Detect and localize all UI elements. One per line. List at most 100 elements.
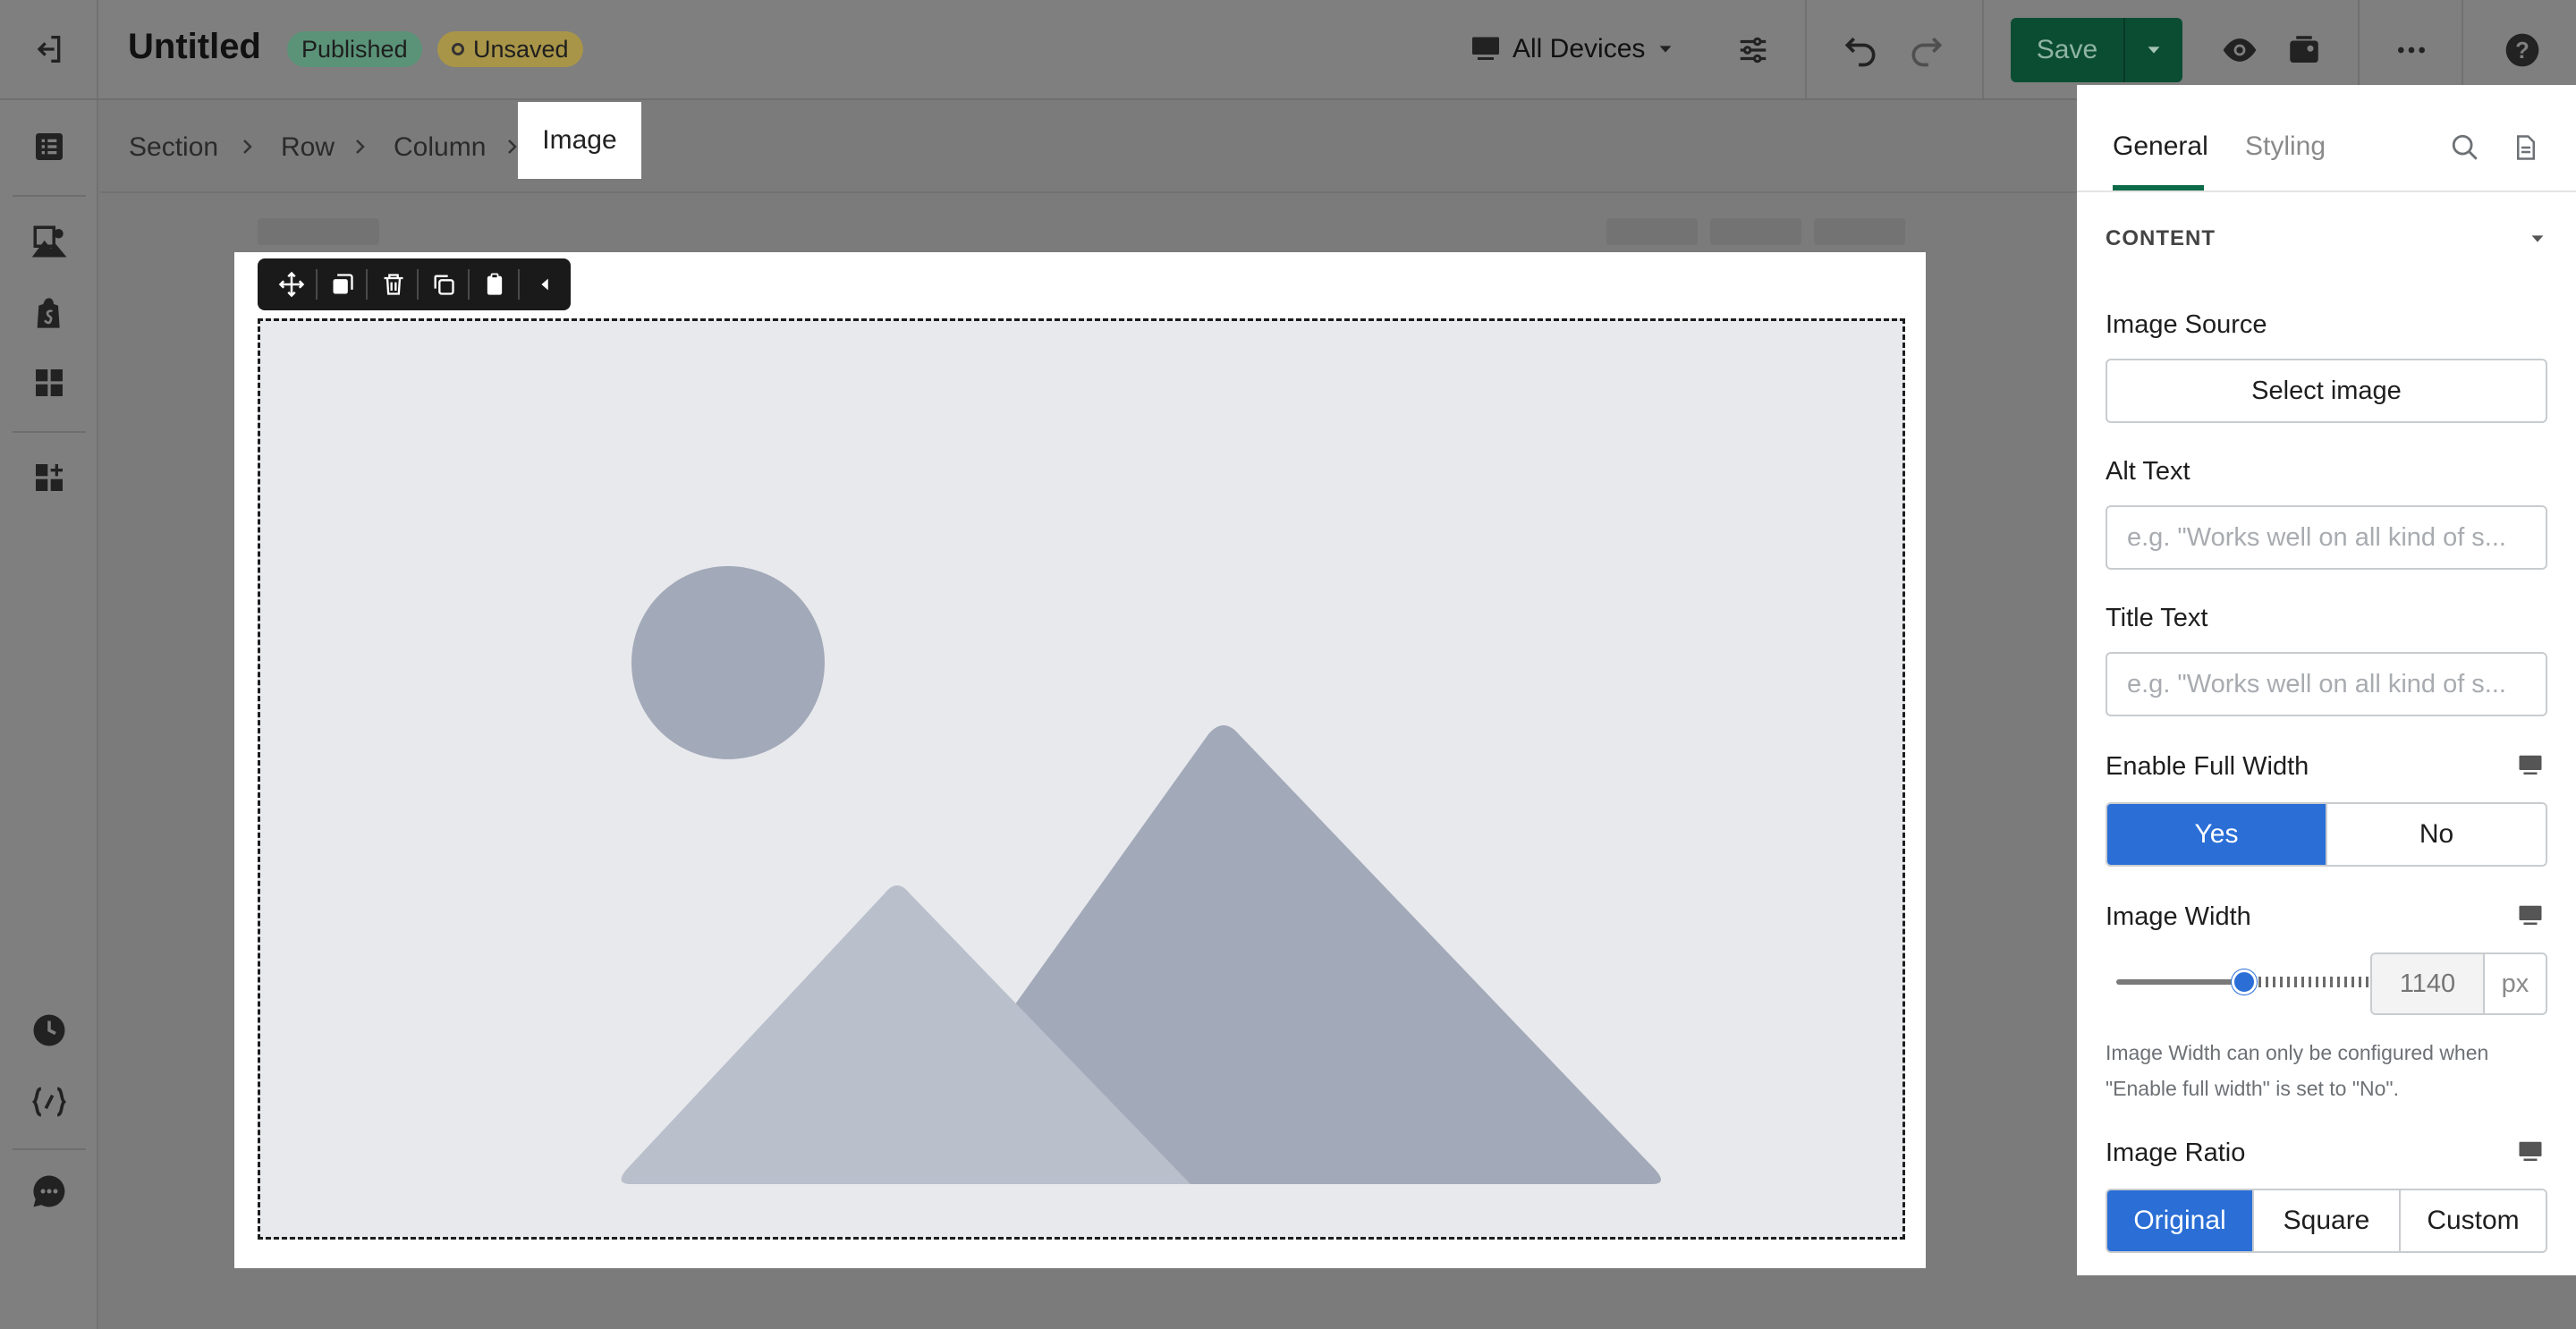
slider-thumb[interactable] [2232,969,2257,995]
breadcrumb-section[interactable]: Section [129,132,218,163]
move-button[interactable] [267,258,318,310]
redo-button[interactable] [1902,25,1952,75]
settings-panel: General Styling CONTENT Image Source Sel… [2077,85,2576,1275]
history-button[interactable] [24,1005,74,1055]
responsive-toggle[interactable] [2515,901,2546,931]
divider [2358,0,2360,98]
section-title: CONTENT [2106,226,2216,250]
ratio-original[interactable]: Original [2107,1190,2252,1251]
element-toolbar [258,258,571,310]
dashboard-button[interactable] [24,358,74,408]
save-options-button[interactable] [2123,18,2182,82]
title-text-label: Title Text [2106,604,2208,632]
skeleton-bar [1606,218,1698,245]
layers-button[interactable] [24,122,74,172]
full-width-label: Enable Full Width [2106,752,2309,781]
divider [13,1148,86,1150]
content-section-header[interactable]: CONTENT [2106,221,2547,257]
image-source-label: Image Source [2106,310,2267,339]
exit-button[interactable] [0,0,98,98]
duplicate-icon [333,274,353,294]
custom-code-button[interactable] [24,1077,74,1127]
add-section-icon [36,464,63,491]
more-button[interactable] [2386,25,2436,75]
preview-button[interactable] [2215,25,2265,75]
duplicate-button[interactable] [318,258,369,310]
move-icon [279,271,305,298]
slider-fill [2116,979,2244,985]
breadcrumb-image[interactable]: Image [518,102,641,179]
responsive-toggle[interactable] [2515,1137,2546,1167]
image-library-icon [31,225,67,258]
full-width-no[interactable]: No [2326,804,2546,865]
image-width-help-text: Image Width can only be configured when … [2106,1041,2489,1100]
add-section-button[interactable] [24,453,74,503]
panel-tabs: General Styling [2077,85,2576,192]
slider-track-rest [2244,977,2372,987]
copy-button[interactable] [419,258,470,310]
image-width-label: Image Width [2106,902,2251,931]
image-width-input[interactable] [2372,954,2483,1013]
chat-button[interactable] [24,1166,74,1216]
settings-sliders-button[interactable] [1728,25,1778,75]
device-selector-label: All Devices [1513,34,1646,63]
document-icon [2517,135,2535,160]
responsive-toggle[interactable] [2515,750,2546,781]
chevron-right-icon [243,140,252,154]
title-text-input[interactable] [2106,652,2547,716]
monitor-icon [2519,755,2542,775]
shopify-button[interactable] [24,288,74,338]
delete-button[interactable] [368,258,419,310]
skeleton-bar [258,218,379,245]
device-selector[interactable]: All Devices [1470,27,1675,72]
image-width-field: px [2370,952,2547,1015]
divider [13,431,86,433]
shopify-icon [37,298,60,328]
sliders-icon [1740,37,1767,63]
full-width-toggle: Yes No [2106,802,2547,867]
breadcrumb-column[interactable]: Column [394,132,486,163]
divider [13,195,86,197]
skeleton-bar [1710,218,1801,245]
collapse-left-icon [541,278,548,291]
published-badge: Published [287,31,422,67]
search-settings-button[interactable] [2447,130,2483,165]
alt-text-label: Alt Text [2106,457,2190,486]
unit-label: px [2483,954,2546,1013]
image-library-button[interactable] [24,216,74,267]
image-ratio-toggle: Original Square Custom [2106,1189,2547,1253]
search-icon [2452,134,2478,160]
document-button[interactable] [2508,130,2544,165]
select-image-button[interactable]: Select image [2106,359,2547,423]
breadcrumb-row[interactable]: Row [281,132,335,163]
redo-icon [1911,37,1943,67]
page-title: Untitled [128,27,261,66]
tab-general[interactable]: General [2113,131,2208,162]
save-button[interactable]: Save [2011,18,2123,82]
dashboard-icon [36,369,63,396]
monitor-icon [1472,37,1499,60]
media-icon [2290,36,2318,63]
tab-styling[interactable]: Styling [2245,131,2326,162]
left-sidebar [0,100,98,1329]
paste-button[interactable] [470,258,521,310]
help-button[interactable]: ? [2497,25,2547,75]
media-button[interactable] [2279,25,2329,75]
chat-icon [33,1175,65,1207]
image-width-slider[interactable] [2116,969,2372,995]
collapse-toolbar-button[interactable] [520,258,571,310]
alt-text-input[interactable] [2106,505,2547,570]
ratio-square[interactable]: Square [2252,1190,2399,1251]
divider [1805,0,1807,98]
caret-down-icon [2531,235,2544,242]
code-icon [31,1087,67,1117]
full-width-yes[interactable]: Yes [2107,804,2326,865]
monitor-icon [2519,1141,2542,1161]
image-element[interactable] [258,318,1905,1240]
caret-down-icon [1659,46,1672,53]
divider [1982,0,1984,98]
active-tab-indicator [2113,185,2204,190]
ratio-custom[interactable]: Custom [2399,1190,2546,1251]
undo-button[interactable] [1835,25,1885,75]
image-ratio-label: Image Ratio [2106,1139,2246,1167]
